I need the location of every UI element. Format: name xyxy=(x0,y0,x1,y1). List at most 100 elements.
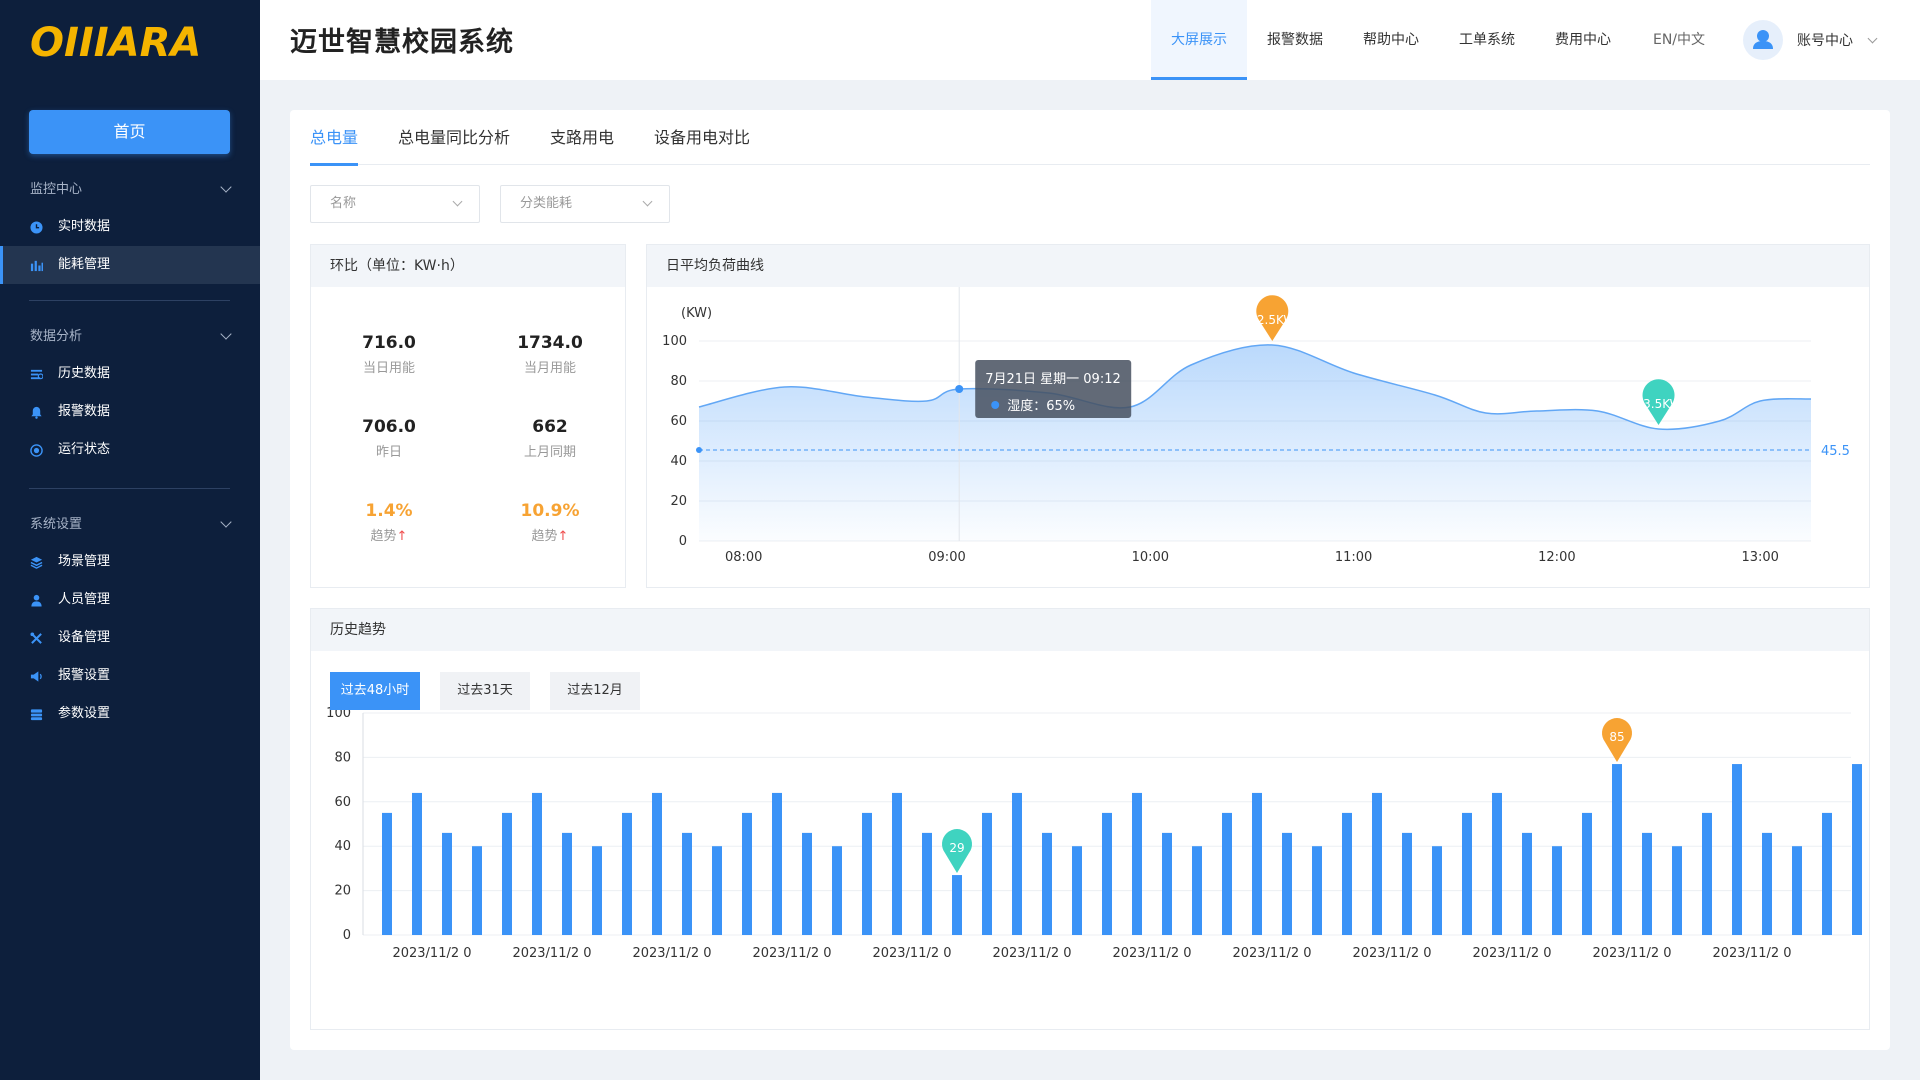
bar xyxy=(382,812,392,935)
value-pin-label: 43.5KW xyxy=(1636,397,1682,411)
tools-icon xyxy=(30,632,42,644)
x-tick-label: 2023/11/2 0 xyxy=(1592,946,1671,961)
home-button[interactable]: 首页 xyxy=(29,110,230,154)
top-nav-tickets[interactable]: 工单系统 xyxy=(1439,0,1535,80)
x-tick-label: 11:00 xyxy=(1335,550,1372,565)
nav-group-title[interactable]: 监控中心 xyxy=(0,178,260,202)
sidebar-item-params[interactable]: 参数设置 xyxy=(0,695,260,733)
category-select[interactable]: 分类能耗 xyxy=(500,185,670,223)
stat-label: 趋势↑ xyxy=(314,525,464,544)
account-menu[interactable]: 账号中心 xyxy=(1743,20,1878,60)
x-tick-label: 12:00 xyxy=(1538,550,1575,565)
bar xyxy=(1672,846,1682,935)
y-tick-label: 100 xyxy=(662,334,687,349)
y-tick-label: 60 xyxy=(670,414,687,429)
account-label: 账号中心 xyxy=(1797,33,1853,49)
bar xyxy=(1852,764,1862,935)
chevron-down-icon xyxy=(642,196,653,207)
history-card-title: 历史趋势 xyxy=(311,609,1869,651)
sidebar-item-label: 人员管理 xyxy=(58,592,111,607)
tooltip-title: 7月21日 星期一 09:12 xyxy=(985,372,1121,387)
stat-label: 上月同期 xyxy=(523,445,576,460)
x-tick-label: 2023/11/2 0 xyxy=(1112,946,1191,961)
x-tick-label: 2023/11/2 0 xyxy=(992,946,1071,961)
status-icon xyxy=(30,444,43,457)
top-nav-alarm-data[interactable]: 报警数据 xyxy=(1247,0,1343,80)
top-nav-dashboard[interactable]: 大屏展示 xyxy=(1151,0,1247,80)
stat-value: 10.9% xyxy=(520,501,580,521)
language-switch[interactable]: EN/中文 xyxy=(1631,0,1727,80)
bar xyxy=(772,792,782,935)
speaker-icon xyxy=(30,671,42,682)
top-nav-help[interactable]: 帮助中心 xyxy=(1343,0,1439,80)
chevron-down-icon xyxy=(220,516,232,528)
sidebar-item-run-status[interactable]: 运行状态 xyxy=(0,431,260,469)
y-tick-label: 60 xyxy=(334,795,351,810)
nav-group-title[interactable]: 数据分析 xyxy=(0,325,260,349)
value-pin-label: 82.5KW xyxy=(1249,313,1295,327)
stat-yesterday: 706.0 昨日 xyxy=(314,417,464,460)
y-tick-label: 40 xyxy=(334,839,351,854)
sidebar-item-alarm-settings[interactable]: 报警设置 xyxy=(0,657,260,695)
stat-label: 趋势↑ xyxy=(475,525,625,544)
sidebar-item-label: 设备管理 xyxy=(58,630,111,645)
bar xyxy=(502,812,512,935)
bar xyxy=(862,812,872,935)
tab-branch-power[interactable]: 支路用电 xyxy=(550,110,614,165)
x-tick-label: 2023/11/2 0 xyxy=(1232,946,1311,961)
load-curve-chart[interactable]: (KW) 0 20 40 60 80 100 45.5 08:00 09:00 10:00 11:00… xyxy=(647,287,1869,587)
x-tick-label: 2023/11/2 0 xyxy=(1472,946,1551,961)
tooltip-point xyxy=(955,385,964,393)
bar xyxy=(982,812,992,935)
stat-value: 716.0 xyxy=(362,333,416,353)
sidebar-item-energy[interactable]: 能耗管理 xyxy=(0,246,260,284)
tooltip-legend-dot xyxy=(991,401,1000,409)
name-select[interactable]: 名称 xyxy=(310,185,480,223)
nav-group-analysis: 数据分析 历史数据 报警数据 运行状态 xyxy=(0,325,260,469)
sidebar-item-label: 参数设置 xyxy=(58,706,111,721)
history-icon xyxy=(30,369,43,380)
range-31d-button[interactable]: 过去31天 xyxy=(440,672,530,710)
bar xyxy=(1282,832,1292,935)
range-12m-button[interactable]: 过去12月 xyxy=(550,672,640,710)
nav-group-settings: 系统设置 场景管理 人员管理 设备管理 报警设置 参数设置 xyxy=(0,513,260,733)
history-bar-chart[interactable]: (KW)0204060801002023/11/2 02023/11/2 020… xyxy=(311,693,1869,1029)
nav-group-title[interactable]: 系统设置 xyxy=(0,513,260,537)
sidebar-divider xyxy=(29,300,230,301)
x-tick-label: 2023/11/2 0 xyxy=(512,946,591,961)
bar xyxy=(952,875,962,935)
y-tick-label: 0 xyxy=(343,928,351,943)
bar xyxy=(532,792,542,935)
top-nav-billing[interactable]: 费用中心 xyxy=(1535,0,1631,80)
main-panel: 总电量 总电量同比分析 支路用电 设备用电对比 名称 分类能耗 环比（单位：KW… xyxy=(290,110,1890,1050)
load-curve-card: 日平均负荷曲线 (KW) 0 20 40 60 80 100 45.5 08:00 09:00 10… xyxy=(646,244,1870,588)
bar xyxy=(1252,792,1262,935)
settings-icon xyxy=(30,709,43,721)
chevron-down-icon xyxy=(220,181,232,193)
sidebar-item-alarm-data[interactable]: 报警数据 xyxy=(0,393,260,431)
sidebar-item-staff[interactable]: 人员管理 xyxy=(0,581,260,619)
sidebar-item-realtime[interactable]: 实时数据 xyxy=(0,208,260,246)
avatar xyxy=(1743,20,1783,60)
y-axis-unit: (KW) xyxy=(681,306,712,321)
tab-total-power[interactable]: 总电量 xyxy=(310,110,359,166)
bar xyxy=(412,792,422,935)
sidebar-item-devices[interactable]: 设备管理 xyxy=(0,619,260,657)
range-48h-button[interactable]: 过去48小时 xyxy=(330,672,420,710)
tab-yoy-analysis[interactable]: 总电量同比分析 xyxy=(398,110,510,165)
bar xyxy=(1582,812,1592,935)
bar xyxy=(1612,764,1622,935)
arrow-up-icon: ↑ xyxy=(557,529,569,544)
top-nav: 大屏展示 报警数据 帮助中心 工单系统 费用中心 EN/中文 xyxy=(1151,0,1727,80)
x-tick-label: 13:00 xyxy=(1741,550,1778,565)
tooltip: 7月21日 星期一 09:12 湿度：65% xyxy=(975,360,1132,418)
tab-device-compare[interactable]: 设备用电对比 xyxy=(654,110,750,165)
bar xyxy=(562,832,572,935)
value-pin-label: 29 xyxy=(949,841,964,855)
bar xyxy=(1702,812,1712,935)
sidebar-item-history[interactable]: 历史数据 xyxy=(0,355,260,393)
sidebar-item-label: 场景管理 xyxy=(58,554,111,569)
x-tick-label: 09:00 xyxy=(928,550,965,565)
sidebar-item-scenes[interactable]: 场景管理 xyxy=(0,543,260,581)
stat-value: 1.4% xyxy=(365,501,413,521)
